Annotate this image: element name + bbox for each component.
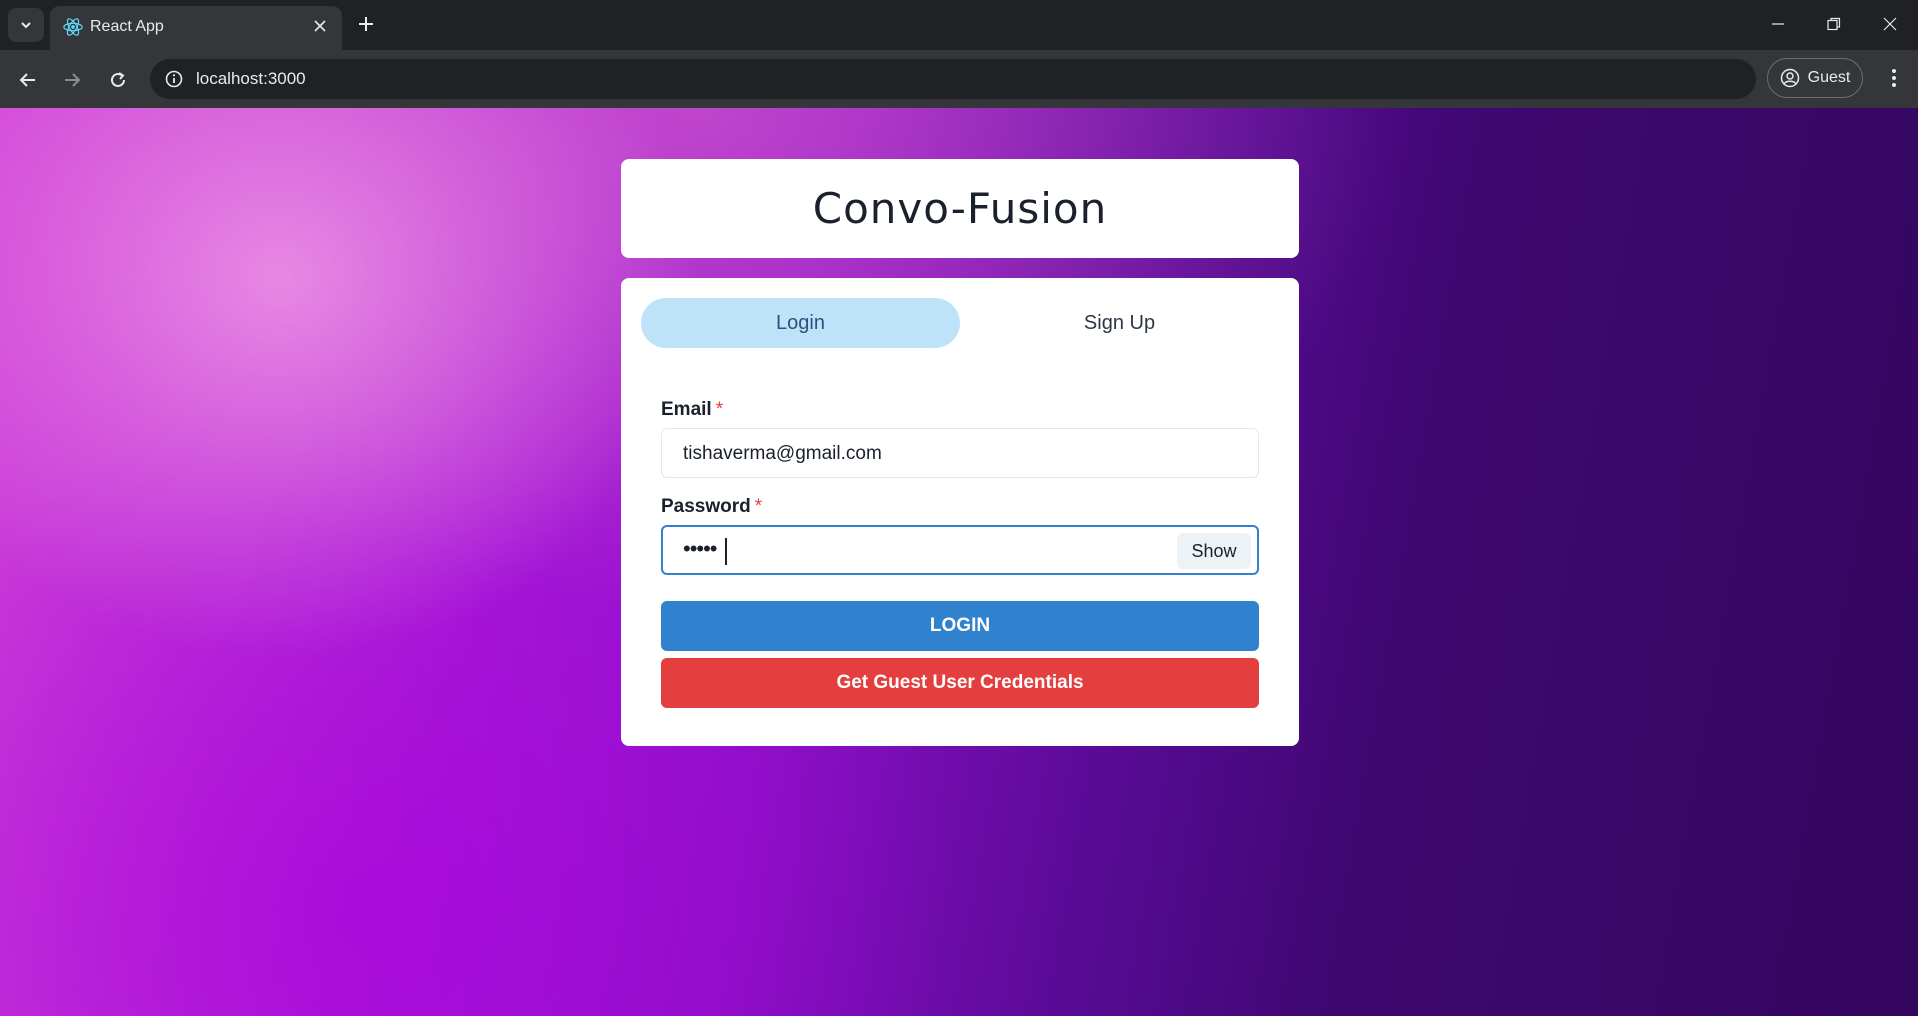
reload-button[interactable] <box>102 64 134 96</box>
email-label-text: Email <box>661 399 712 420</box>
tab-sign-up[interactable]: Sign Up <box>960 298 1279 348</box>
window-close-button[interactable] <box>1870 8 1910 40</box>
tab-login[interactable]: Login <box>641 298 960 348</box>
browser-tab-strip: React App <box>0 0 1918 50</box>
site-info-button[interactable] <box>162 67 186 91</box>
restore-button[interactable] <box>1814 8 1854 40</box>
browser-toolbar: localhost:3000 Guest <box>0 50 1918 108</box>
email-field[interactable]: tishaverma@gmail.com <box>661 428 1259 478</box>
new-tab-button[interactable] <box>352 10 380 38</box>
password-label-text: Password <box>661 496 751 517</box>
browser-menu-button[interactable] <box>1878 62 1910 94</box>
login-button[interactable]: LOGIN <box>661 601 1259 651</box>
password-field[interactable]: ••••• Show <box>661 525 1259 575</box>
browser-tab[interactable]: React App <box>50 6 342 50</box>
required-marker: * <box>754 496 763 517</box>
tab-search-button[interactable] <box>8 8 44 42</box>
close-icon <box>1883 17 1897 31</box>
minimize-button[interactable] <box>1758 8 1798 40</box>
profile-label: Guest <box>1807 69 1851 86</box>
back-button[interactable] <box>12 64 44 96</box>
profile-button[interactable]: Guest <box>1767 58 1863 98</box>
show-password-button[interactable]: Show <box>1177 533 1251 569</box>
chevron-down-icon <box>21 22 31 29</box>
restore-icon <box>1827 17 1841 31</box>
auth-card: Login Sign Up Email * Password * LOGIN Get… <box>621 278 1299 746</box>
page-background: Convo-Fusion Login Sign Up Email * Passwo… <box>0 108 1918 1016</box>
close-icon <box>314 20 326 32</box>
more-vertical-icon <box>1892 69 1896 87</box>
address-bar[interactable]: localhost:3000 <box>150 59 1756 99</box>
react-logo-icon <box>63 18 83 36</box>
tab-close-button[interactable] <box>308 14 332 38</box>
password-label: Password * <box>661 496 762 518</box>
email-label: Email * <box>661 399 723 421</box>
plus-icon <box>359 17 373 31</box>
account-circle-icon <box>1780 68 1799 88</box>
password-masked-value: ••••• <box>683 536 718 561</box>
arrow-right-icon <box>65 73 81 87</box>
app-title: Convo-Fusion <box>812 184 1108 233</box>
title-card: Convo-Fusion <box>621 159 1299 258</box>
email-value: tishaverma@gmail.com <box>683 443 882 464</box>
info-icon <box>165 70 183 88</box>
required-marker: * <box>715 399 724 420</box>
minimize-icon <box>1772 23 1784 25</box>
text-caret <box>725 538 727 565</box>
tab-title: React App <box>90 18 164 35</box>
guest-credentials-button[interactable]: Get Guest User Credentials <box>661 658 1259 708</box>
forward-button[interactable] <box>56 64 88 96</box>
reload-icon <box>111 72 125 87</box>
url-text: localhost:3000 <box>196 69 306 88</box>
arrow-left-icon <box>19 73 35 87</box>
